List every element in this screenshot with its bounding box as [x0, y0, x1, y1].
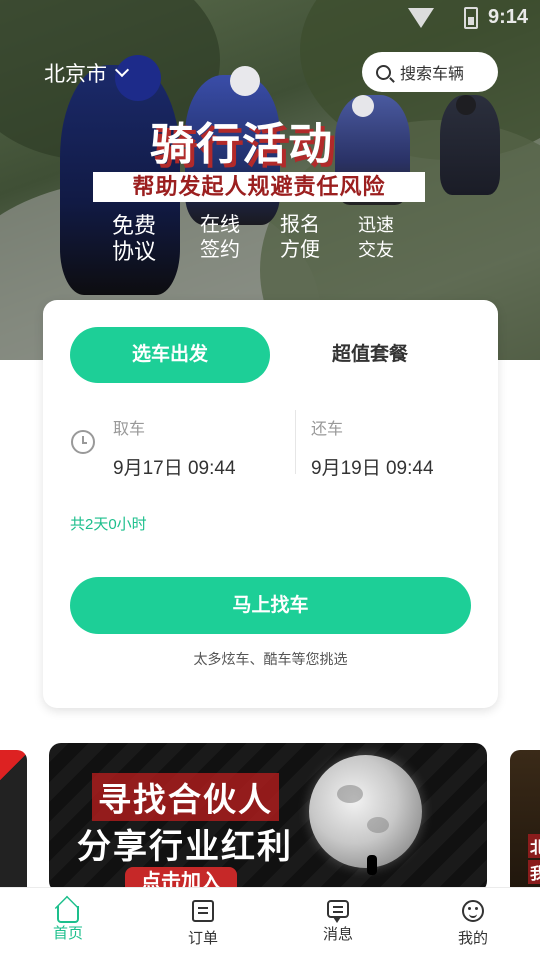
- chevron-down-icon: [114, 62, 130, 78]
- status-time: 9:14: [487, 6, 528, 28]
- carousel-next-card[interactable]: 北 我: [510, 750, 540, 890]
- city-selector[interactable]: 北京市: [44, 58, 130, 88]
- tab-orders[interactable]: 订单: [163, 900, 243, 948]
- divider: [295, 410, 296, 474]
- hero-feature-line: 在线: [200, 214, 240, 236]
- clock-icon: [71, 430, 95, 454]
- hero-feature-line: 迅速: [358, 215, 394, 235]
- hero-feature-line: 报名: [280, 214, 320, 236]
- tab-label: 订单: [187, 930, 218, 947]
- home-icon: [57, 906, 79, 923]
- return-time-field[interactable]: 还车 9月19日 09:44: [311, 415, 434, 480]
- tab-home[interactable]: 首页: [28, 900, 108, 943]
- rental-duration: 共2天0小时: [70, 516, 147, 533]
- hero-feature-line: 签约: [200, 239, 240, 261]
- hero-feature: 报名 方便: [270, 213, 330, 263]
- moon-image: [309, 755, 422, 868]
- search-placeholder: 搜索车辆: [400, 66, 465, 83]
- next-card-text: 北: [528, 834, 540, 858]
- next-card-text: 我: [528, 860, 540, 884]
- hero-feature: 免费 协议: [104, 213, 164, 265]
- carousel-prev-card[interactable]: [0, 750, 27, 890]
- hero-feature: 在线 签约: [190, 213, 250, 263]
- booking-card: 选车出发 超值套餐 取车 9月17日 09:44 还车 9月19日 09:44 …: [43, 300, 498, 708]
- signal-icon: [407, 7, 434, 28]
- status-bar: 9:14: [407, 6, 528, 29]
- tab-messages[interactable]: 消息: [298, 900, 378, 944]
- tab-profile[interactable]: 我的: [433, 900, 513, 948]
- return-value: 9月19日 09:44: [311, 458, 434, 479]
- tab-select-car[interactable]: 选车出发: [70, 327, 270, 383]
- return-label: 还车: [311, 421, 344, 438]
- hero-feature-line: 协议: [111, 239, 156, 264]
- city-label: 北京市: [44, 63, 107, 86]
- banner-line2: 分享行业红利: [77, 828, 293, 866]
- hero-feature-line: 方便: [280, 239, 320, 261]
- battery-icon: [463, 6, 478, 29]
- helmet-shape: [230, 66, 260, 96]
- profile-icon: [462, 900, 484, 922]
- bottom-tab-bar: 首页 订单 消息 我的: [0, 887, 540, 961]
- runner-silhouette: [367, 855, 377, 875]
- tab-label: 我的: [457, 930, 488, 947]
- partner-banner[interactable]: 寻找合伙人 分享行业红利 点击加入: [49, 743, 487, 893]
- hero-title: 骑行活动: [150, 119, 334, 170]
- hero-feature-line: 免费: [111, 213, 156, 238]
- tab-value-package[interactable]: 超值套餐: [295, 327, 445, 383]
- hero-feature-line: 交友: [358, 240, 394, 260]
- pickup-label: 取车: [113, 421, 146, 438]
- order-icon: [192, 900, 214, 922]
- tab-label: 首页: [52, 925, 83, 942]
- pickup-value: 9月17日 09:44: [113, 458, 236, 479]
- tab-label: 消息: [322, 926, 353, 943]
- helmet-shape: [352, 95, 374, 117]
- hero-feature: 迅速 交友: [346, 213, 406, 263]
- search-icon: [376, 64, 391, 80]
- pickup-time-field[interactable]: 取车 9月17日 09:44: [113, 415, 236, 480]
- search-box[interactable]: 搜索车辆: [362, 52, 498, 92]
- message-icon: [327, 900, 349, 923]
- find-car-button[interactable]: 马上找车: [70, 577, 471, 634]
- find-car-hint: 太多炫车、酷车等您挑选: [193, 651, 348, 667]
- helmet-shape: [456, 95, 476, 115]
- banner-line1: 寻找合伙人: [92, 773, 279, 821]
- hero-subtitle: 帮助发起人规避责任风险: [93, 172, 425, 202]
